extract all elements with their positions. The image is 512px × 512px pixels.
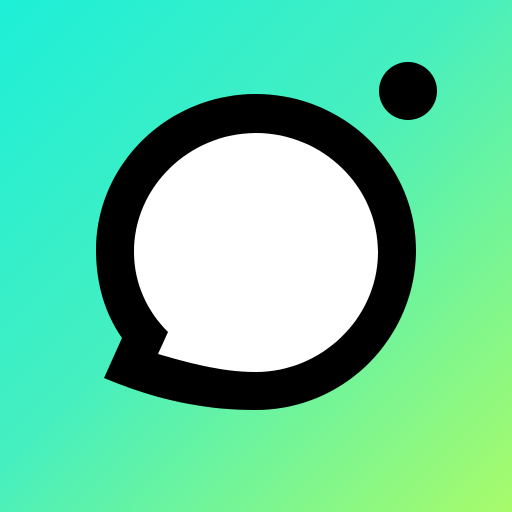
dot-icon bbox=[379, 62, 437, 120]
bubble-inner-disc bbox=[134, 133, 378, 372]
app-icon-graphic bbox=[0, 0, 512, 512]
speech-bubble-icon bbox=[96, 94, 416, 410]
app-icon[interactable] bbox=[0, 0, 512, 512]
